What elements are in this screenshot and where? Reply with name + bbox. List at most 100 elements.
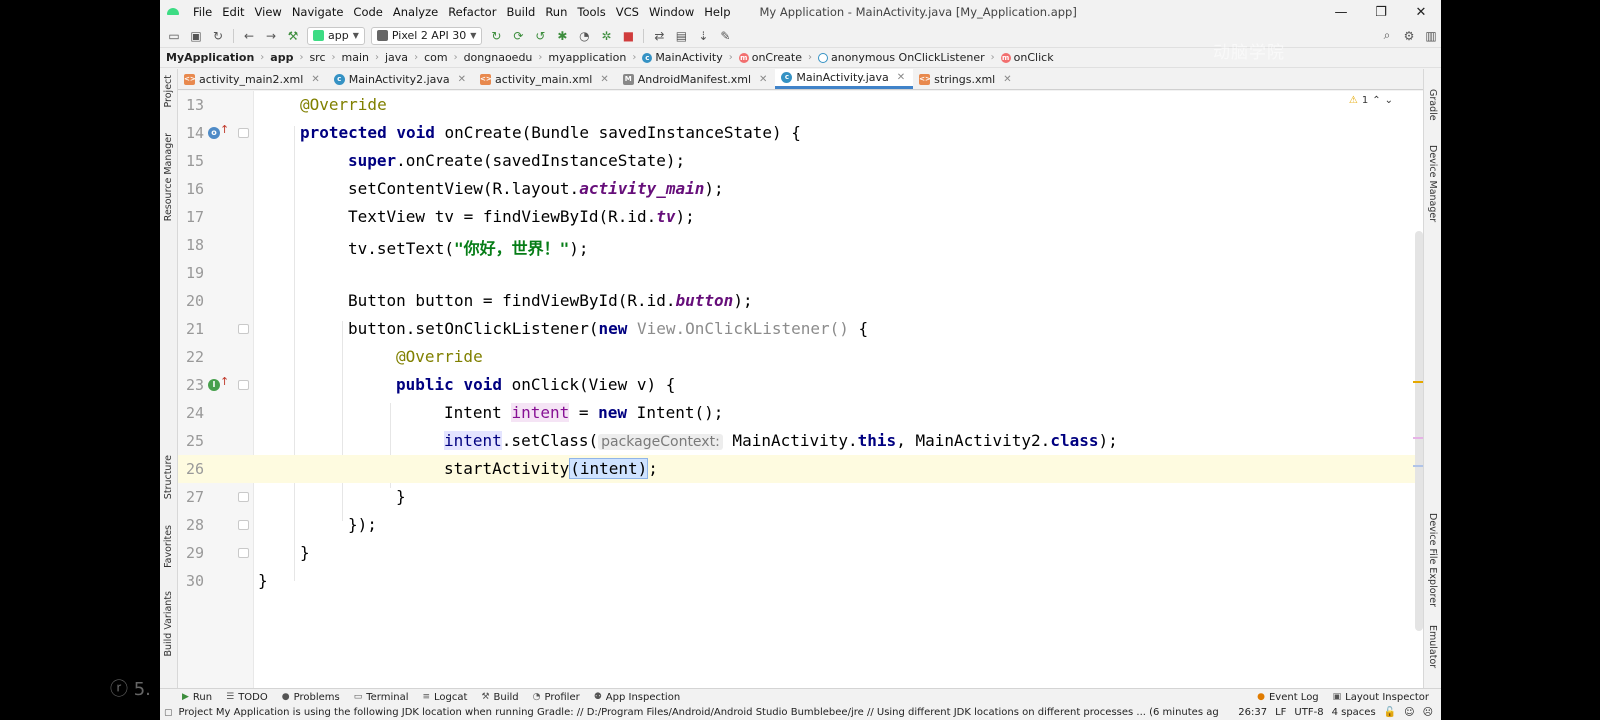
menu-analyze[interactable]: Analyze <box>388 5 443 19</box>
crumb-src[interactable]: src <box>309 51 325 64</box>
smiley-icon[interactable]: ☺ <box>1404 707 1414 718</box>
menu-file[interactable]: File <box>188 5 217 19</box>
tool-favorites[interactable]: Favorites <box>163 525 174 568</box>
attach-debugger-icon[interactable]: ✲ <box>596 27 616 45</box>
run-config-select[interactable]: app ▼ <box>307 26 365 45</box>
tool-todo[interactable]: ☰ TODO <box>226 692 268 703</box>
forward-arrow-icon[interactable]: → <box>261 27 281 45</box>
close-tab-icon[interactable]: ✕ <box>600 74 608 85</box>
file-encoding[interactable]: UTF-8 <box>1294 707 1323 718</box>
tool-resource-manager[interactable]: Resource Manager <box>163 133 174 221</box>
search-icon[interactable]: ⌕ <box>1377 27 1397 45</box>
editor-scrollbar[interactable] <box>1415 231 1423 631</box>
sdk-manager-icon[interactable]: ⇣ <box>693 27 713 45</box>
tool-gradle[interactable]: Gradle <box>1427 89 1438 121</box>
notifications-icon[interactable]: ▥ <box>1421 27 1441 45</box>
tool-device-manager[interactable]: Device Manager <box>1427 145 1438 222</box>
debug-icon[interactable]: ✱ <box>552 27 572 45</box>
indent-setting[interactable]: 4 spaces <box>1332 707 1376 718</box>
gradle-sync-icon[interactable]: ⇄ <box>649 27 669 45</box>
fold-toggle-icon[interactable] <box>238 548 249 558</box>
assistant-icon[interactable]: ✎ <box>715 27 735 45</box>
tool-terminal[interactable]: ▭ Terminal <box>354 692 409 703</box>
crumb-myapplication[interactable]: myapplication <box>548 51 626 64</box>
fold-toggle-icon[interactable] <box>238 128 249 138</box>
override-marker-icon[interactable]: o <box>208 127 220 139</box>
tab-activity-main-xml[interactable]: <> activity_main.xml ✕ <box>474 69 617 89</box>
menu-tools[interactable]: Tools <box>572 5 610 19</box>
sad-face-icon[interactable]: ☹ <box>1423 707 1433 718</box>
fold-toggle-icon[interactable] <box>238 492 249 502</box>
tool-emulator[interactable]: Emulator <box>1427 625 1438 668</box>
crumb-java[interactable]: java <box>385 51 408 64</box>
crumb-com[interactable]: com <box>424 51 448 64</box>
menu-code[interactable]: Code <box>348 5 387 19</box>
menu-run[interactable]: Run <box>540 5 572 19</box>
status-message[interactable]: Project My Application is using the foll… <box>179 707 1219 718</box>
tab-mainactivity-java[interactable]: c MainActivity.java ✕ <box>775 69 914 89</box>
close-tab-icon[interactable]: ✕ <box>897 72 905 83</box>
tool-event-log[interactable]: ● Event Log <box>1257 692 1319 703</box>
crumb-dongnaoedu[interactable]: dongnaoedu <box>464 51 533 64</box>
close-tab-icon[interactable]: ✕ <box>458 74 466 85</box>
tool-layout-inspector[interactable]: ▣ Layout Inspector <box>1333 692 1429 703</box>
menu-edit[interactable]: Edit <box>217 5 249 19</box>
close-tab-icon[interactable]: ✕ <box>1003 74 1011 85</box>
tab-androidmanifest-xml[interactable]: M AndroidManifest.xml ✕ <box>617 69 776 89</box>
tool-structure[interactable]: Structure <box>163 455 174 499</box>
menu-view[interactable]: View <box>250 5 287 19</box>
tool-run[interactable]: ▶ Run <box>182 692 212 703</box>
hammer-icon[interactable]: ⚒ <box>283 27 303 45</box>
status-toggle-icon[interactable]: ▢ <box>164 708 173 718</box>
usage-stripe-mark[interactable] <box>1413 437 1423 439</box>
code-editor[interactable]: ⚠ 1 ⌃ ⌄ 13 @Override 14 o ↑ protected vo… <box>178 91 1423 690</box>
crumb-module[interactable]: app <box>270 51 293 64</box>
menu-window[interactable]: Window <box>644 5 699 19</box>
save-icon[interactable]: ▣ <box>186 27 206 45</box>
menu-build[interactable]: Build <box>501 5 540 19</box>
minimize-button[interactable]: — <box>1321 5 1361 20</box>
menu-navigate[interactable]: Navigate <box>287 5 349 19</box>
fold-toggle-icon[interactable] <box>238 324 249 334</box>
crumb-mainactivity[interactable]: c MainActivity <box>642 51 723 64</box>
sync-icon[interactable]: ↻ <box>208 27 228 45</box>
close-tab-icon[interactable]: ✕ <box>311 74 319 85</box>
fold-toggle-icon[interactable] <box>238 520 249 530</box>
close-tab-icon[interactable]: ✕ <box>759 74 767 85</box>
menu-help[interactable]: Help <box>699 5 735 19</box>
tab-strings-xml[interactable]: <> strings.xml ✕ <box>913 69 1019 89</box>
tool-profiler[interactable]: ◔ Profiler <box>533 692 580 703</box>
tool-device-file-explorer[interactable]: Device File Explorer <box>1427 513 1438 607</box>
fold-toggle-icon[interactable] <box>238 380 249 390</box>
avd-manager-icon[interactable]: ▤ <box>671 27 691 45</box>
tool-app-inspection[interactable]: ⚉ App Inspection <box>594 692 680 703</box>
rerun-icon[interactable]: ↻ <box>486 27 506 45</box>
tab-activity-main2-xml[interactable]: <> activity_main2.xml ✕ <box>178 69 328 89</box>
crumb-oncreate[interactable]: m onCreate <box>738 51 802 64</box>
lock-icon[interactable]: 🔓 <box>1384 707 1396 718</box>
menu-refactor[interactable]: Refactor <box>443 5 501 19</box>
crumb-onclick[interactable]: m onClick <box>1000 51 1054 64</box>
settings-icon[interactable]: ⚙ <box>1399 27 1419 45</box>
tool-problems[interactable]: ● Problems <box>282 692 340 703</box>
open-folder-icon[interactable]: ▭ <box>164 27 184 45</box>
maximize-button[interactable]: ❐ <box>1361 5 1401 20</box>
device-select[interactable]: Pixel 2 API 30 ▼ <box>370 26 483 45</box>
tool-build-variants[interactable]: Build Variants <box>163 591 174 657</box>
tool-logcat[interactable]: ≡ Logcat <box>422 692 467 703</box>
line-separator[interactable]: LF <box>1275 707 1286 718</box>
close-button[interactable]: ✕ <box>1401 5 1441 20</box>
crumb-project[interactable]: MyApplication <box>166 51 254 64</box>
implements-marker-icon[interactable]: I <box>208 379 220 391</box>
tab-mainactivity2-java[interactable]: c MainActivity2.java ✕ <box>328 69 474 89</box>
apply-code-changes-icon[interactable]: ↺ <box>530 27 550 45</box>
warning-stripe-mark[interactable] <box>1413 381 1423 383</box>
tool-build[interactable]: ⚒ Build <box>481 692 518 703</box>
menu-vcs[interactable]: VCS <box>611 5 644 19</box>
caret-position[interactable]: 26:37 <box>1238 707 1267 718</box>
profile-icon[interactable]: ◔ <box>574 27 594 45</box>
apply-changes-icon[interactable]: ⟳ <box>508 27 528 45</box>
stop-icon[interactable]: ■ <box>618 27 638 45</box>
crumb-main[interactable]: main <box>342 51 369 64</box>
crumb-anonymous-listener[interactable]: anonymous OnClickListener <box>817 51 985 64</box>
